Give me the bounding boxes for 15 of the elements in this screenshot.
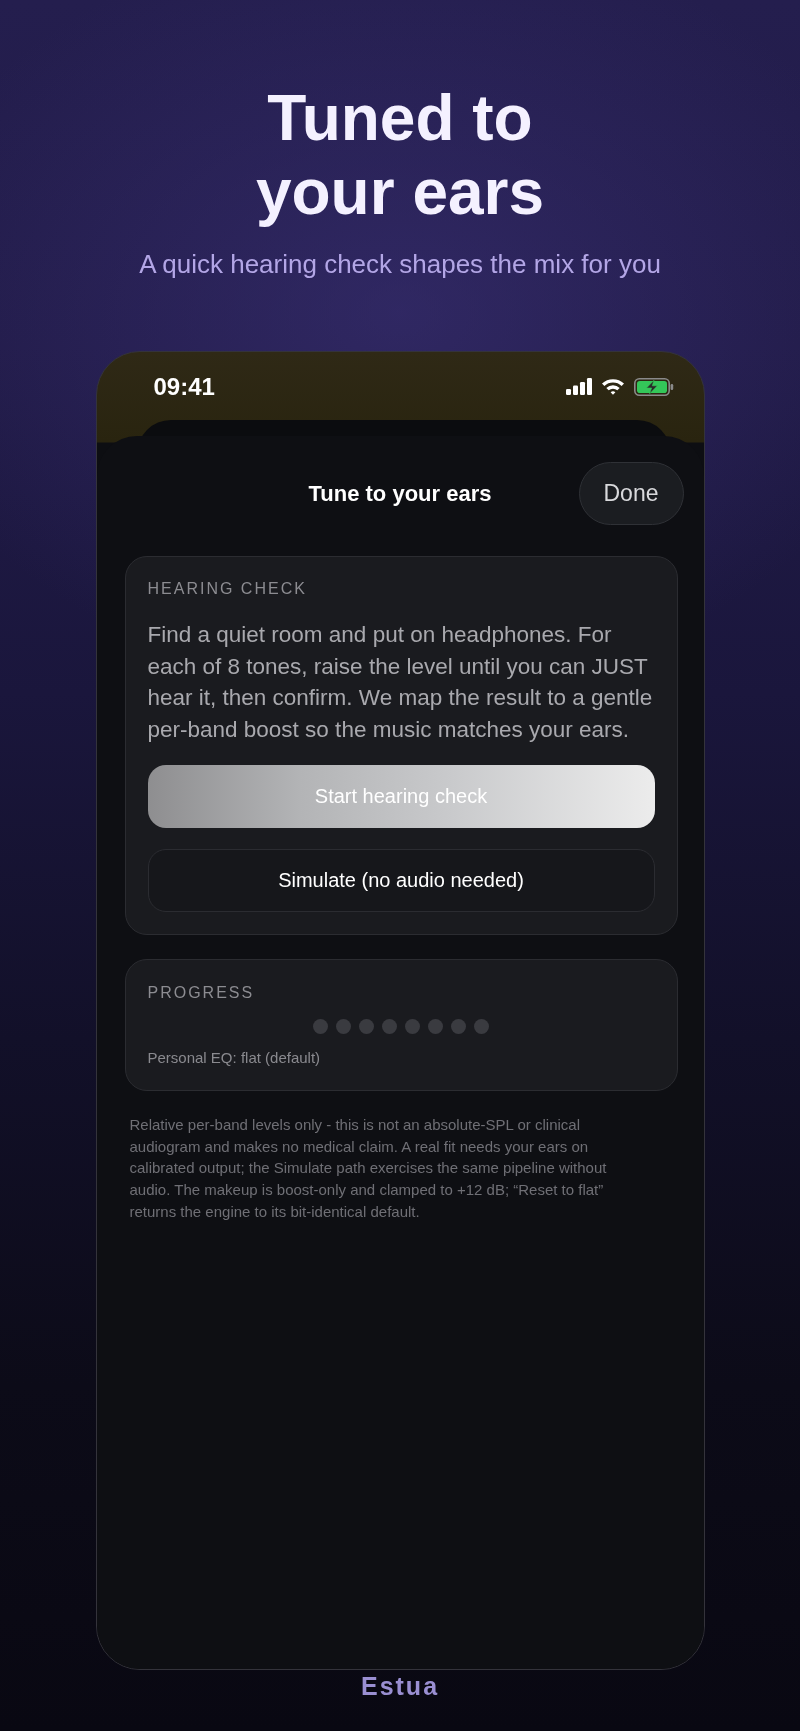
disclaimer-text: Relative per-band levels only - this is not an absolute-SPL or clinical audiogram and makes no medical claim. A real fit needs your ears on calibrated output; the Simulate path exercises the same pipeline without audio. The makeup is boost-only and clamped to +12 dB; “Reset to flat” returns the engine to its bit-identical default. [128, 1115, 608, 1222]
secondary-button[interactable]: Simulate (no audio needed) [147, 849, 655, 912]
eq-status-text: Personal EQ: flat (default) [147, 1048, 321, 1068]
section-label: HEARING CHECK [147, 579, 307, 599]
signal-icon [565, 378, 592, 395]
subtitle: A quick hearing check shapes the mix for you [139, 248, 661, 280]
wifi-icon [600, 378, 625, 395]
battery-icon [633, 377, 674, 396]
headline: Tuned to your ears [254, 81, 546, 229]
sheet-title: Tune to your ears [308, 480, 492, 507]
brand-name: Estua [360, 1671, 440, 1701]
instructions-text: Find a quiet room and put on headphones. For each of 8 tones, raise the level until you can JUST hear it, then confirm. We map the result to a gentle per-band boost so the music matches your ears. [147, 621, 654, 744]
status-time: 09:41 [153, 372, 215, 401]
done-button[interactable]: Done [578, 462, 684, 525]
section-label: PROGRESS [147, 983, 255, 1003]
